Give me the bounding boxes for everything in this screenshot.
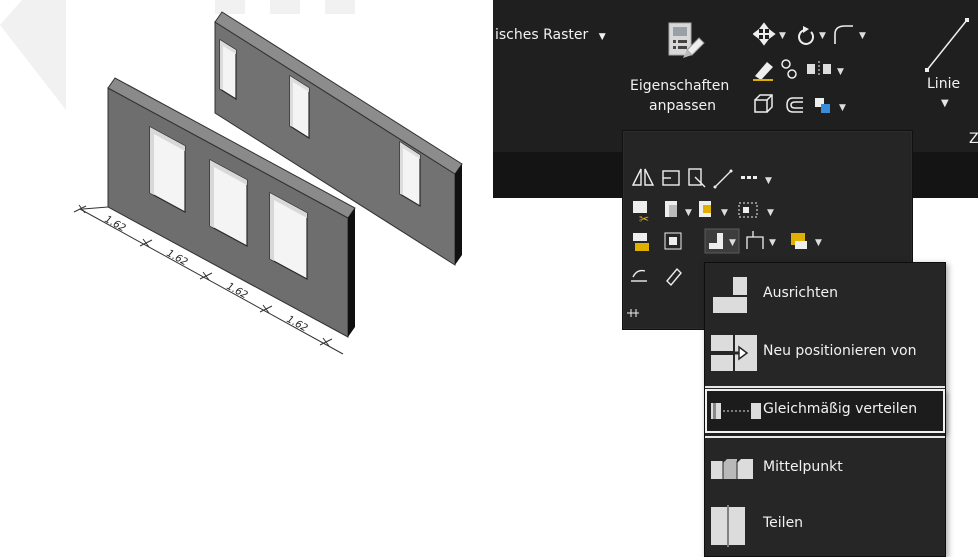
match-properties-button[interactable]: Eigenschaften anpassen bbox=[627, 16, 747, 126]
boundary-icon bbox=[738, 202, 758, 218]
linetype-icon bbox=[741, 176, 757, 179]
line-icon bbox=[925, 18, 969, 72]
dimension-label-2: 1.62 bbox=[165, 248, 190, 268]
menu-item-teilen[interactable]: Teilen bbox=[705, 503, 945, 547]
match-properties-icon bbox=[668, 22, 705, 58]
pencil-link-icon bbox=[666, 267, 682, 287]
menu-item-label: Ausrichten bbox=[763, 285, 838, 301]
modify-tools-row-2: ▼ bbox=[753, 59, 844, 81]
distribute-evenly-icon bbox=[711, 403, 761, 419]
menu-item-neu-positionieren[interactable]: Neu positionieren von bbox=[705, 331, 945, 375]
menu-separator bbox=[705, 436, 945, 438]
menu-item-label: Teilen bbox=[763, 515, 804, 531]
menu-item-label: Mittelpunkt bbox=[763, 459, 843, 475]
dimension-label-4: 1.62 bbox=[285, 314, 310, 334]
offset-icon bbox=[786, 97, 803, 113]
rectangle-icon bbox=[662, 170, 680, 186]
panel-title-fragment: Z bbox=[969, 131, 978, 147]
svg-text:▼: ▼ bbox=[819, 31, 826, 41]
stretch-icon bbox=[746, 231, 764, 249]
align-flyout-menu: Ausrichten Neu positionieren von Gleichm… bbox=[704, 262, 946, 557]
array-icon bbox=[815, 98, 830, 113]
svg-text:▼: ▼ bbox=[837, 67, 844, 77]
mirror-icon bbox=[807, 61, 831, 77]
menu-separator bbox=[705, 386, 945, 388]
svg-text:▼: ▼ bbox=[685, 208, 692, 218]
back-wall-end bbox=[455, 164, 462, 265]
match-properties-label-2: anpassen bbox=[649, 98, 716, 114]
copy-icon bbox=[781, 59, 797, 79]
svg-text:▼: ▼ bbox=[815, 238, 822, 248]
reposition-arrow-icon bbox=[711, 335, 757, 371]
chevron-down-icon: ▼ bbox=[941, 98, 949, 109]
group-icon bbox=[791, 233, 807, 249]
match-properties-label-1: Eigenschaften bbox=[630, 78, 730, 94]
divide-icon bbox=[711, 505, 745, 547]
svg-text:▼: ▼ bbox=[769, 238, 776, 248]
menu-item-mittelpunkt[interactable]: Mittelpunkt bbox=[705, 447, 945, 491]
menu-item-label: Gleichmäßig verteilen bbox=[763, 401, 918, 417]
draworder-icon bbox=[633, 233, 649, 251]
rotate-icon bbox=[798, 29, 814, 45]
fillet-icon bbox=[834, 25, 853, 44]
menu-item-label: Neu positionieren von bbox=[763, 343, 917, 359]
explode-icon: ✂ bbox=[633, 201, 649, 226]
scale-icon bbox=[688, 168, 706, 188]
paste-special-icon bbox=[699, 201, 711, 217]
table-icon bbox=[664, 232, 682, 250]
3d-box-icon bbox=[754, 94, 773, 113]
front-wall-end bbox=[348, 208, 355, 337]
svg-text:✂: ✂ bbox=[639, 212, 649, 226]
raster-dropdown[interactable]: isches Raster ▼ bbox=[495, 27, 606, 43]
line-button[interactable]: Linie ▼ bbox=[921, 14, 977, 124]
line-segment-icon bbox=[714, 170, 732, 188]
svg-text:▼: ▼ bbox=[729, 238, 736, 248]
dimension-label-1: 1.62 bbox=[103, 214, 128, 234]
paste-icon bbox=[665, 201, 677, 217]
menu-item-gleichmaessig-verteilen[interactable]: Gleichmäßig verteilen bbox=[705, 389, 945, 433]
svg-text:▼: ▼ bbox=[839, 103, 846, 113]
move-icon bbox=[753, 22, 776, 46]
break-icon bbox=[627, 309, 639, 317]
eraser-icon bbox=[755, 62, 773, 80]
chevron-down-icon: ▼ bbox=[598, 32, 606, 42]
svg-text:▼: ▼ bbox=[721, 208, 728, 218]
midpoint-icon bbox=[711, 459, 753, 479]
erase-link-icon bbox=[631, 269, 647, 282]
modify-tools-row-1: ▼ ▼ ▼ bbox=[753, 22, 866, 46]
svg-text:▼: ▼ bbox=[767, 208, 774, 218]
modify-tools-row-3: ▼ bbox=[754, 94, 846, 113]
dimension-label-3: 1.62 bbox=[225, 281, 250, 301]
line-label: Linie bbox=[927, 76, 961, 92]
align-icon bbox=[713, 277, 747, 313]
svg-text:▼: ▼ bbox=[859, 31, 866, 41]
svg-text:▼: ▼ bbox=[779, 31, 786, 41]
menu-item-ausrichten[interactable]: Ausrichten bbox=[705, 273, 945, 317]
mirror-triangle-icon bbox=[631, 168, 655, 186]
raster-label: isches Raster bbox=[495, 27, 589, 43]
svg-text:▼: ▼ bbox=[765, 176, 772, 186]
